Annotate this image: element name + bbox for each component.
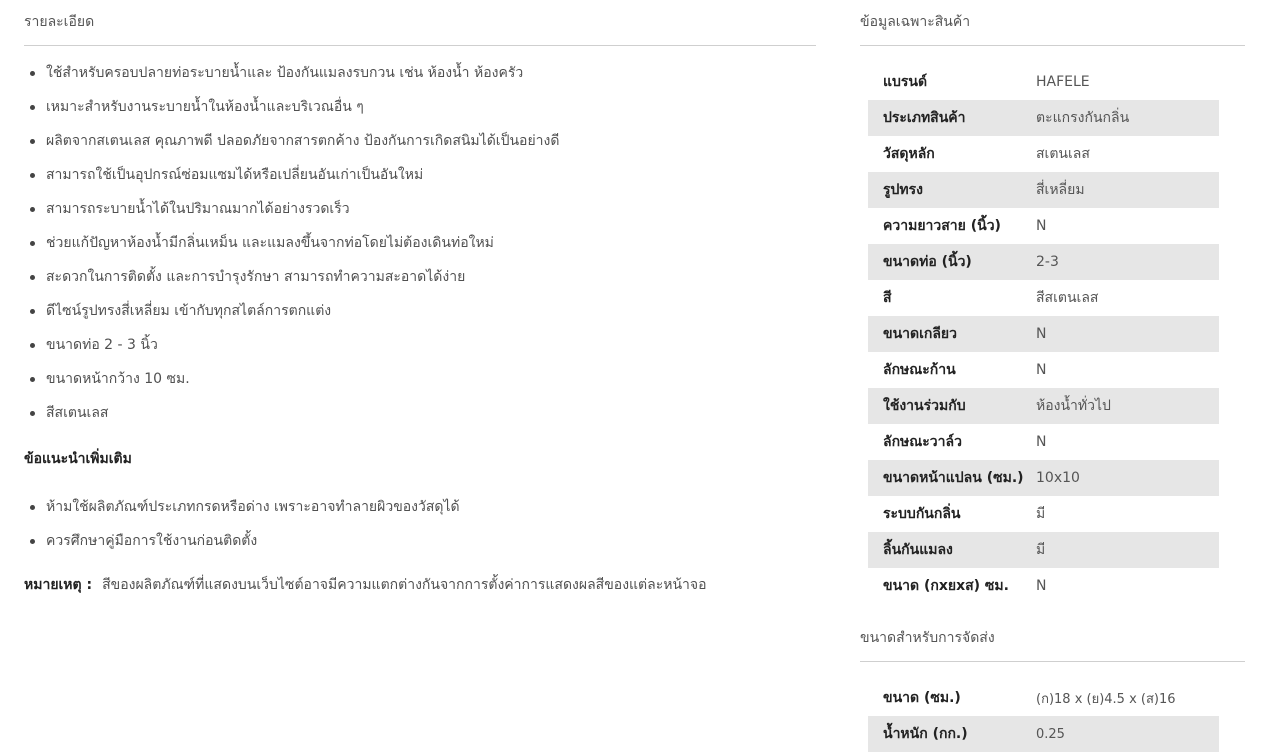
spec-key: ความยาวสาย (นิ้ว) [883,218,1001,234]
table-row: ขนาดเกลียว N [868,316,1219,352]
spec-value: สีสเตนเลส [1036,290,1099,306]
spec-key: ลิ้นกันแมลง [868,532,1036,568]
details-title: รายละเอียด [24,10,816,46]
list-item: ช่วยแก้ปัญหาห้องน้ำมีกลิ่นเหม็น และแมลงข… [24,230,816,264]
advice-heading: ข้อแนะนำเพิ่มเติม [24,451,132,467]
table-row: ลิ้นกันแมลง มี [868,532,1219,568]
feature-list: ใช้สำหรับครอบปลายท่อระบายน้ำและ ป้องกันแ… [24,60,816,434]
spec-key: ขนาดหน้าแปลน (ซม.) [868,460,1036,496]
shipping-table: ขนาด (ซม.) (ก)18 x (ย)4.5 x (ส)16 น้ำหนัก… [868,680,1219,752]
table-row: ใช้งานร่วมกับ ห้องน้ำทั่วไป [868,388,1219,424]
table-row: ขนาดท่อ (นิ้ว) 2-3 [868,244,1219,280]
table-row: ขนาด (ซม.) (ก)18 x (ย)4.5 x (ส)16 [868,680,1219,716]
list-item: ใช้สำหรับครอบปลายท่อระบายน้ำและ ป้องกันแ… [24,60,816,94]
spec-key: ระบบกันกลิ่น [883,506,961,522]
table-row: ความยาวสาย (นิ้ว) N [868,208,1219,244]
shipping-title: ขนาดสำหรับการจัดส่ง [860,626,1245,662]
list-item: ดีไซน์รูปทรงสี่เหลี่ยม เข้ากับทุกสไตล์กา… [24,298,816,332]
spec-key: ลักษณะวาล์ว [883,434,962,450]
list-item: เหมาะสำหรับงานระบายน้ำในห้องน้ำและบริเวณ… [24,94,816,128]
spec-value: มี [1036,506,1046,522]
shipping-key: ขนาด (ซม.) [883,690,961,706]
spec-key: ขนาดเกลียว [868,316,1036,352]
spec-key: ขนาดท่อ (นิ้ว) [868,244,1036,280]
spec-value: N [1036,218,1047,234]
spec-key: ลักษณะก้าน [883,362,956,378]
spec-value: N [1036,578,1047,594]
spec-value: N [1036,362,1047,378]
spec-value: HAFELE [1036,74,1090,90]
table-row: น้ำหนัก (กก.) 0.25 [868,716,1219,752]
list-item: สามารถระบายน้ำได้ในปริมาณมากได้อย่างรวดเ… [24,196,816,230]
table-row: ลักษณะวาล์ว N [868,424,1219,460]
shipping-value: 0.25 [1036,716,1219,752]
spec-value: ตะแกรงกันกลิ่น [1036,100,1219,136]
specs-panel: ข้อมูลเฉพาะสินค้า แบรนด์ HAFELE ประเภทสิน… [860,10,1245,752]
table-row: รูปทรง สี่เหลี่ยม [868,172,1219,208]
spec-key: วัสดุหลัก [883,146,935,162]
list-item: ขนาดท่อ 2 - 3 นิ้ว [24,332,816,366]
spec-key: สี [883,290,892,306]
spec-value: สี่เหลี่ยม [1036,172,1219,208]
list-item: ผลิตจากสเตนเลส คุณภาพดี ปลอดภัยจากสารตกค… [24,128,816,162]
note: หมายเหตุ : สีของผลิตภัณฑ์ที่แสดงบนเว็บไซต… [24,572,816,598]
table-row: ขนาดหน้าแปลน (ซม.) 10x10 [868,460,1219,496]
spec-key: ใช้งานร่วมกับ [868,388,1036,424]
spec-key: แบรนด์ [883,74,928,90]
spec-value: สเตนเลส [1036,146,1090,162]
spec-key: ประเภทสินค้า [868,100,1036,136]
table-row: ประเภทสินค้า ตะแกรงกันกลิ่น [868,100,1219,136]
list-item: สามารถใช้เป็นอุปกรณ์ซ่อมแซมได้หรือเปลี่ย… [24,162,816,196]
advice-list: ห้ามใช้ผลิตภัณฑ์ประเภทกรดหรือด่าง เพราะอ… [24,494,816,562]
shipping-value: (ก)18 x (ย)4.5 x (ส)16 [1036,691,1176,707]
specs-table: แบรนด์ HAFELE ประเภทสินค้า ตะแกรงกันกลิ่น … [868,64,1219,604]
spec-value: N [1036,316,1219,352]
specs-title: ข้อมูลเฉพาะสินค้า [860,10,1245,46]
spec-value: ห้องน้ำทั่วไป [1036,388,1219,424]
spec-value: มี [1036,532,1219,568]
list-item: ขนาดหน้ากว้าง 10 ซม. [24,366,816,400]
table-row: สี สีสเตนเลส [868,280,1219,316]
list-item: ควรศึกษาคู่มือการใช้งานก่อนติดตั้ง [24,528,816,562]
table-row: ลักษณะก้าน N [868,352,1219,388]
list-item: ห้ามใช้ผลิตภัณฑ์ประเภทกรดหรือด่าง เพราะอ… [24,494,816,528]
table-row: ระบบกันกลิ่น มี [868,496,1219,532]
spec-key: ขนาด (กxยxส) ซม. [883,578,1009,594]
table-row: ขนาด (กxยxส) ซม. N [868,568,1219,604]
table-row: แบรนด์ HAFELE [868,64,1219,100]
spec-value: 2-3 [1036,244,1219,280]
note-text: สีของผลิตภัณฑ์ที่แสดงบนเว็บไซต์อาจมีความ… [102,577,707,593]
table-row: วัสดุหลัก สเตนเลส [868,136,1219,172]
list-item: สีสเตนเลส [24,400,816,434]
shipping-key: น้ำหนัก (กก.) [868,716,1036,752]
spec-value: 10x10 [1036,460,1219,496]
spec-value: N [1036,434,1047,450]
details-panel: รายละเอียด ใช้สำหรับครอบปลายท่อระบายน้ำแ… [24,10,816,598]
note-label: หมายเหตุ : [24,577,93,593]
list-item: สะดวกในการติดตั้ง และการบำรุงรักษา สามาร… [24,264,816,298]
spec-key: รูปทรง [868,172,1036,208]
